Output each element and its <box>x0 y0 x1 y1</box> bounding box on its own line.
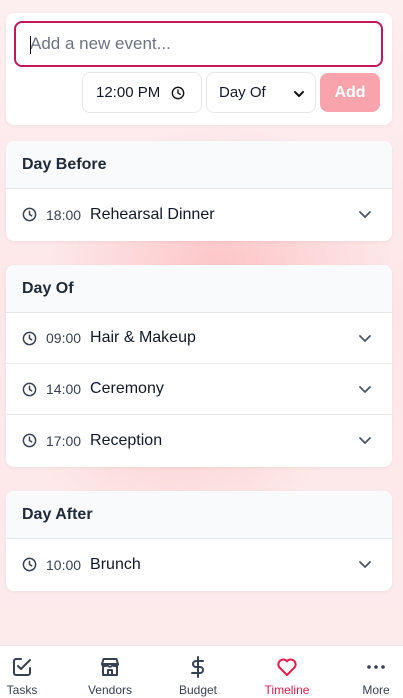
nav-label: Vendors <box>87 683 133 697</box>
nav-budget[interactable]: Budget <box>176 646 220 698</box>
nav-tasks[interactable]: Tasks <box>0 646 44 698</box>
chevron-down-icon[interactable] <box>358 331 372 345</box>
time-value: 12:00 PM <box>96 84 161 101</box>
nav-label: Timeline <box>264 683 310 697</box>
heart-icon <box>277 658 297 676</box>
event-time: 18:00 <box>46 206 82 223</box>
clock-icon <box>22 433 37 448</box>
event-time: 09:00 <box>46 330 82 346</box>
day-select-value: Day Of <box>219 84 266 101</box>
event-title: Brunch <box>90 555 141 573</box>
event-title: Rehearsal Dinner <box>90 205 215 223</box>
chevron-down-icon[interactable] <box>358 557 372 571</box>
section-title: Day Of <box>6 265 392 313</box>
store-icon <box>101 658 119 676</box>
nav-label: Tasks <box>6 683 38 697</box>
section-title: Day After <box>6 491 392 539</box>
nav-label: Budget <box>178 683 218 697</box>
nav-more[interactable]: More <box>354 646 398 698</box>
event-time: 10:00 <box>46 556 82 573</box>
nav-timeline[interactable]: Timeline <box>257 646 317 698</box>
event-time: 17:00 <box>46 432 82 449</box>
dollar-icon <box>191 656 204 678</box>
nav-label: More <box>362 683 390 697</box>
event-title-input[interactable] <box>14 21 383 67</box>
event-row[interactable]: 17:00 Reception <box>6 415 392 466</box>
event-title: Ceremony <box>90 380 164 397</box>
event-title: Hair & Makeup <box>90 329 196 346</box>
section-day-before: Day Before 18:00 Rehearsal Dinner <box>6 141 392 241</box>
clock-icon[interactable] <box>171 86 185 100</box>
clock-icon <box>22 331 37 345</box>
time-input[interactable]: 12:00 PM <box>82 72 202 113</box>
section-title: Day Before <box>6 141 392 189</box>
text-caret <box>30 36 31 54</box>
add-event-form: 12:00 PM Day Of Add <box>6 13 392 125</box>
add-button[interactable]: Add <box>320 73 380 112</box>
event-row[interactable]: 10:00 Brunch <box>6 539 392 590</box>
section-day-of: Day Of 09:00 Hair & Makeup 14:00 Ceremon… <box>6 265 392 467</box>
event-row[interactable]: 09:00 Hair & Makeup <box>6 313 392 364</box>
event-row[interactable]: 18:00 Rehearsal Dinner <box>6 189 392 240</box>
more-dots-icon <box>367 665 385 669</box>
event-title: Reception <box>90 431 163 449</box>
chevron-down-icon[interactable] <box>358 207 372 221</box>
checkbox-icon <box>13 658 31 676</box>
section-day-after: Day After 10:00 Brunch <box>6 491 392 591</box>
clock-icon <box>22 207 37 222</box>
clock-icon <box>22 557 37 572</box>
bottom-nav: Tasks Vendors Budget Timeline More <box>0 645 403 698</box>
event-time: 14:00 <box>46 381 82 397</box>
chevron-down-icon <box>294 91 304 97</box>
nav-vendors[interactable]: Vendors <box>80 646 140 698</box>
clock-icon <box>22 382 37 396</box>
event-row[interactable]: 14:00 Ceremony <box>6 364 392 415</box>
day-select[interactable]: Day Of <box>206 72 316 113</box>
chevron-down-icon[interactable] <box>358 433 372 447</box>
chevron-down-icon[interactable] <box>358 382 372 396</box>
